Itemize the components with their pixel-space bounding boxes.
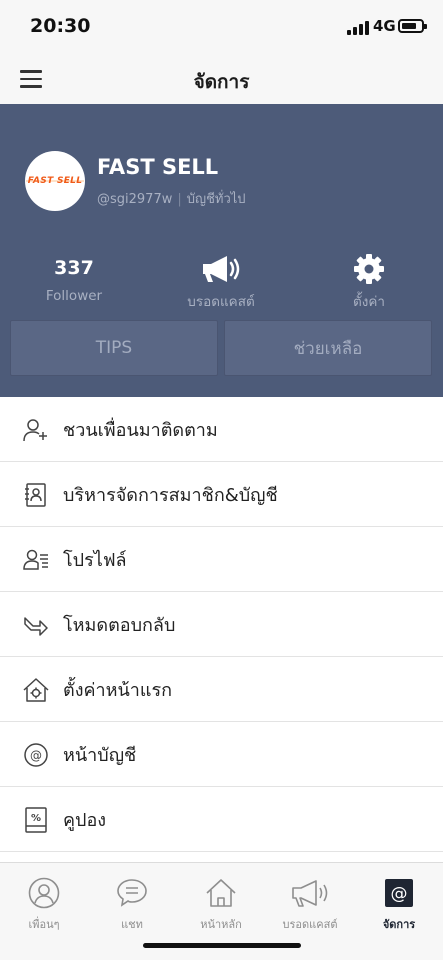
profile-card-icon	[23, 547, 49, 573]
manage-icon: @	[355, 877, 443, 909]
menu-item-members-accounts[interactable]: บริหารจัดการสมาชิก&บัญชี	[0, 462, 443, 527]
menu-label: โหมดตอบกลับ	[63, 614, 176, 636]
battery-icon	[398, 19, 427, 33]
tab-manage[interactable]: @ จัดการ	[355, 877, 443, 933]
reply-arrow-icon	[23, 612, 49, 638]
nav-bar: จัดการ	[0, 54, 443, 104]
tab-friends[interactable]: เพื่อนๆ	[0, 877, 88, 933]
tab-broadcast[interactable]: บรอดแคสต์	[266, 877, 354, 933]
menu-label: ชวนเพื่อนมาติดตาม	[63, 419, 218, 441]
menu-item-account-page[interactable]: @ หน้าบัญชี	[0, 722, 443, 787]
signal-icon	[347, 21, 369, 35]
tab-home[interactable]: หน้าหลัก	[177, 877, 265, 933]
profile-header: FAST SELL FAST SELL @sgi2977w | บัญชีทั่วไ…	[0, 104, 443, 397]
manage-menu: ชวนเพื่อนมาติดตาม บริหารจัดการสมาชิก&บัญ…	[0, 397, 443, 852]
friends-icon	[0, 877, 88, 909]
status-bar: 20:30 4G	[0, 0, 443, 54]
tab-label: หน้าหลัก	[200, 918, 242, 931]
follower-stat[interactable]: 337 Follower	[14, 254, 134, 304]
broadcast-stat[interactable]: บรอดแคสต์	[161, 254, 281, 312]
contact-book-icon	[23, 482, 49, 508]
help-button[interactable]: ช่วยเหลือ	[224, 320, 432, 376]
broadcast-label: บรอดแคสต์	[187, 294, 255, 310]
tab-label: แชท	[121, 918, 143, 931]
home-icon	[177, 877, 265, 909]
add-friend-icon	[23, 417, 49, 443]
home-gear-icon	[23, 677, 49, 703]
follower-label: Follower	[45, 288, 103, 304]
megaphone-icon	[161, 254, 281, 284]
tab-label: เพื่อนๆ	[28, 918, 60, 931]
menu-label: บริหารจัดการสมาชิก&บัญชี	[63, 484, 278, 506]
svg-text:@: @	[391, 884, 408, 904]
menu-item-coupon[interactable]: % คูปอง	[0, 787, 443, 852]
settings-stat[interactable]: ตั้งค่า	[309, 254, 429, 312]
tab-chat[interactable]: แชท	[88, 877, 176, 933]
account-name: FAST SELL	[97, 155, 219, 179]
menu-item-homepage-settings[interactable]: ตั้งค่าหน้าแรก	[0, 657, 443, 722]
menu-item-invite-friends[interactable]: ชวนเพื่อนมาติดตาม	[0, 397, 443, 462]
broadcast-icon	[266, 877, 354, 909]
settings-label: ตั้งค่า	[353, 294, 385, 310]
svg-text:%: %	[31, 813, 41, 824]
status-time: 20:30	[30, 15, 91, 37]
menu-label: หน้าบัญชี	[63, 744, 137, 766]
account-handle: @sgi2977w	[97, 192, 173, 207]
at-sign-icon: @	[23, 742, 49, 768]
avatar[interactable]: FAST SELL	[25, 151, 85, 211]
tab-label: บรอดแคสต์	[282, 918, 338, 931]
brand-logo: FAST SELL	[25, 175, 85, 187]
menu-label: โปรไฟล์	[63, 549, 127, 571]
menu-label: คูปอง	[63, 809, 107, 831]
menu-label: ตั้งค่าหน้าแรก	[63, 679, 173, 701]
follower-count: 337	[54, 257, 94, 279]
home-indicator	[143, 943, 301, 948]
tab-label: จัดการ	[382, 918, 416, 931]
gear-icon	[309, 254, 429, 284]
tips-button[interactable]: TIPS	[10, 320, 218, 376]
menu-item-profile[interactable]: โปรไฟล์	[0, 527, 443, 592]
network-type: 4G	[373, 17, 396, 35]
menu-item-reply-mode[interactable]: โหมดตอบกลับ	[0, 592, 443, 657]
svg-text:@: @	[30, 749, 42, 763]
account-type: บัญชีทั่วไป	[186, 192, 246, 207]
account-subline: @sgi2977w | บัญชีทั่วไป	[97, 192, 246, 207]
page-title: จัดการ	[193, 71, 250, 93]
coupon-icon: %	[23, 807, 49, 833]
chat-icon	[88, 877, 176, 909]
